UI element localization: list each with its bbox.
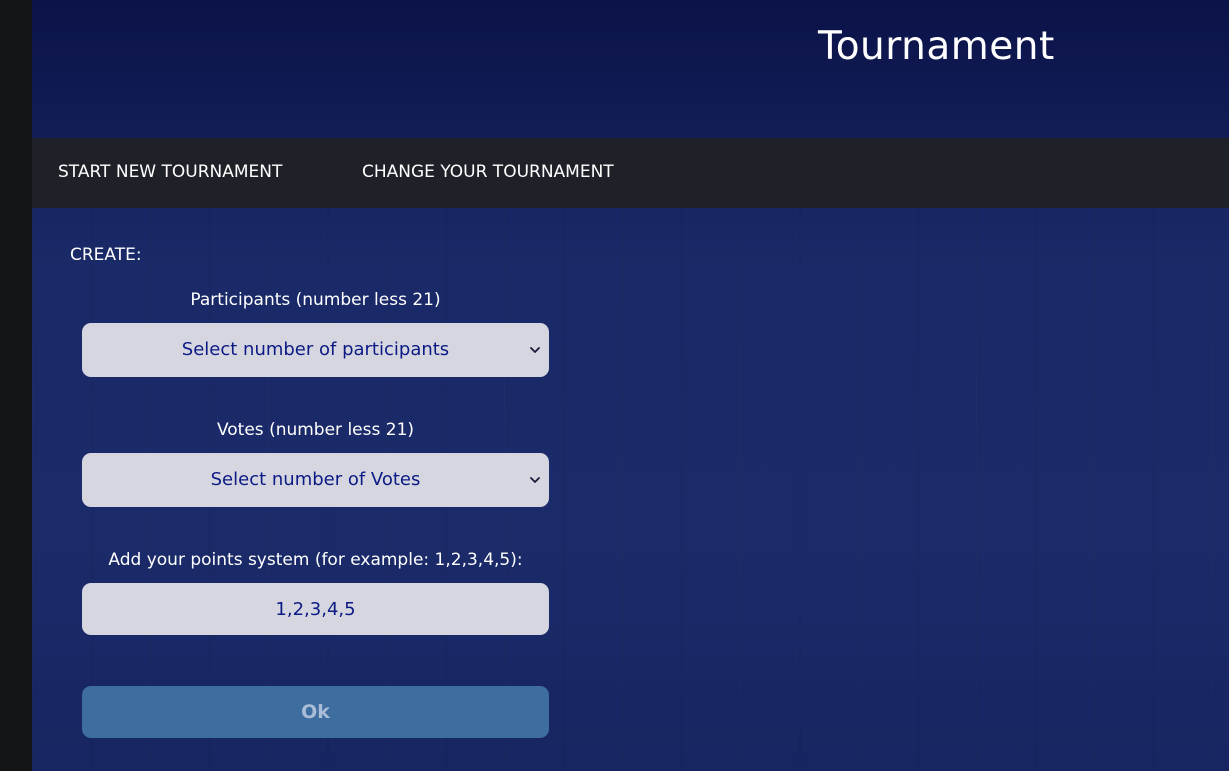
- ok-button[interactable]: Ok: [82, 686, 549, 738]
- create-section-label: CREATE:: [70, 245, 142, 265]
- votes-label: Votes (number less 21): [216, 420, 415, 440]
- page-background: Tournament START NEW TOURNAMENT CHANGE Y…: [32, 0, 1229, 771]
- votes-select[interactable]: Select number of Votes: [82, 453, 549, 507]
- participants-select-value: Select number of participants: [181, 339, 450, 360]
- participants-select[interactable]: Select number of participants: [82, 323, 549, 377]
- participants-label: Participants (number less 21): [190, 290, 441, 310]
- navbar: START NEW TOURNAMENT CHANGE YOUR TOURNAM…: [32, 138, 1229, 208]
- nav-start-new-tournament[interactable]: START NEW TOURNAMENT: [58, 162, 282, 182]
- votes-select-value: Select number of Votes: [210, 469, 421, 490]
- chevron-down-icon: [530, 347, 540, 353]
- points-system-input[interactable]: [82, 583, 549, 635]
- points-system-label: Add your points system (for example: 1,2…: [108, 550, 523, 570]
- left-edge-strip: [0, 0, 32, 771]
- nav-change-tournament[interactable]: CHANGE YOUR TOURNAMENT: [362, 162, 614, 182]
- chevron-down-icon: [530, 477, 540, 483]
- header: Tournament: [32, 0, 1229, 138]
- page-title: Tournament: [818, 24, 1055, 69]
